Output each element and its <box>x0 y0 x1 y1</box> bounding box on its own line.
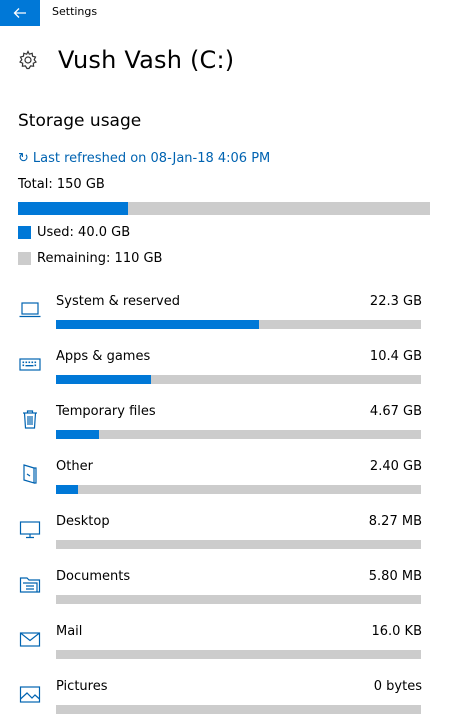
keyboard-icon <box>19 358 41 371</box>
back-button[interactable] <box>0 0 40 26</box>
category-bar <box>56 650 421 659</box>
category-label: Temporary files <box>56 404 156 419</box>
category-other[interactable]: Other 2.40 GB <box>18 459 422 499</box>
category-apps-games[interactable]: Apps & games 10.4 GB <box>18 349 422 389</box>
used-label: Used: 40.0 GB <box>37 225 131 240</box>
category-bar <box>56 485 421 494</box>
laptop-icon <box>19 302 41 318</box>
category-label: Pictures <box>56 679 108 694</box>
category-label: Desktop <box>56 514 110 529</box>
category-size: 4.67 GB <box>369 404 422 419</box>
legend-remaining: Remaining: 110 GB <box>18 251 162 266</box>
remaining-swatch <box>18 252 31 265</box>
category-temporary-files[interactable]: Temporary files 4.67 GB <box>18 404 422 444</box>
category-label: Mail <box>56 624 83 639</box>
refresh-text: Last refreshed on 08-Jan-18 4:06 PM <box>32 151 271 166</box>
refresh-link[interactable]: ↻ Last refreshed on 08-Jan-18 4:06 PM <box>18 151 270 166</box>
legend-used: Used: 40.0 GB <box>18 225 130 240</box>
total-usage-bar <box>18 202 430 215</box>
category-bar <box>56 430 421 439</box>
category-size: 8.27 MB <box>368 514 422 529</box>
pictures-icon <box>19 686 41 703</box>
section-title: Storage usage <box>18 111 142 131</box>
documents-folder-icon <box>19 577 41 593</box>
title-bar: Settings <box>0 0 474 26</box>
category-bar <box>56 705 421 714</box>
category-size: 16.0 KB <box>371 624 422 639</box>
category-label: System & reserved <box>56 294 180 309</box>
category-bar-fill <box>56 430 99 439</box>
category-system-reserved[interactable]: System & reserved 22.3 GB <box>18 294 422 334</box>
category-bar <box>56 595 421 604</box>
remaining-label: Remaining: 110 GB <box>37 251 163 266</box>
category-documents[interactable]: Documents 5.80 MB <box>18 569 422 609</box>
refresh-icon: ↻ <box>18 151 29 166</box>
mail-icon <box>19 632 41 647</box>
category-size: 5.80 MB <box>368 569 422 584</box>
page-title: Vush Vash (C:) <box>58 46 235 74</box>
category-size: 10.4 GB <box>369 349 422 364</box>
category-pictures[interactable]: Pictures 0 bytes <box>18 679 422 719</box>
category-bar <box>56 320 421 329</box>
used-swatch <box>18 226 31 239</box>
gear-icon <box>19 50 37 70</box>
total-label: Total: 150 GB <box>18 177 105 192</box>
trash-icon <box>23 410 37 429</box>
back-arrow-icon <box>13 8 26 18</box>
other-files-icon <box>23 464 37 484</box>
category-bar-fill <box>56 375 151 384</box>
category-bar-fill <box>56 485 78 494</box>
category-bar <box>56 540 421 549</box>
category-bar-fill <box>56 320 260 329</box>
category-size: 2.40 GB <box>369 459 422 474</box>
category-size: 0 bytes <box>373 679 422 694</box>
category-mail[interactable]: Mail 16.0 KB <box>18 624 422 664</box>
monitor-icon <box>19 521 41 539</box>
category-desktop[interactable]: Desktop 8.27 MB <box>18 514 422 554</box>
category-size: 22.3 GB <box>369 294 422 309</box>
category-label: Apps & games <box>56 349 151 364</box>
category-bar <box>56 375 421 384</box>
total-usage-fill <box>18 202 128 215</box>
category-label: Documents <box>56 569 131 584</box>
category-label: Other <box>56 459 93 474</box>
page-header: Vush Vash (C:) <box>18 46 234 74</box>
window-title: Settings <box>52 5 98 18</box>
